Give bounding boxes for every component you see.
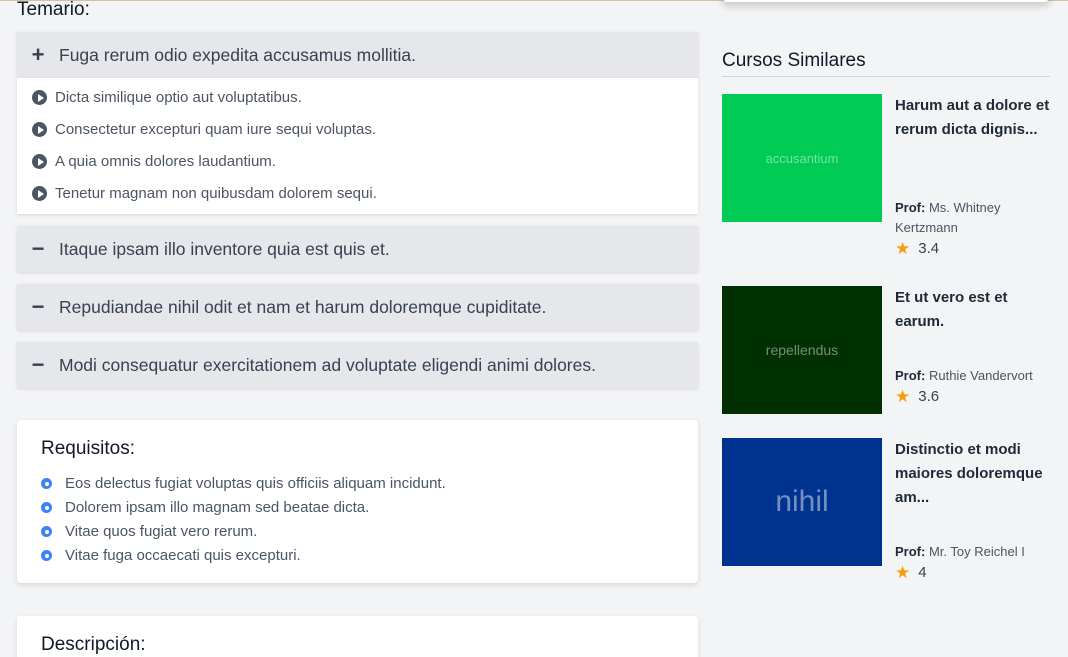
section-title: Modi consequatur exercitationem ad volup… xyxy=(59,354,596,375)
course-thumbnail[interactable]: nihil xyxy=(722,438,882,566)
bullet-icon xyxy=(41,526,52,537)
lesson-item[interactable]: Tenetur magnam non quibusdam dolorem seq… xyxy=(32,185,377,202)
section-4-header[interactable]: − Modi consequatur exercitationem ad vol… xyxy=(17,342,698,388)
course-thumbnail[interactable]: repellendus xyxy=(722,286,882,414)
similar-courses-heading: Cursos Similares xyxy=(722,50,866,71)
lesson-item[interactable]: A quia omnis dolores laudantium. xyxy=(32,153,276,170)
prof-label: Prof: xyxy=(895,200,926,215)
course-info-card-edge xyxy=(722,0,1050,2)
requisito-item: Vitae quos fugiat vero rerum. xyxy=(41,523,257,540)
temario-heading: Temario: xyxy=(17,0,90,20)
section-title: Itaque ipsam illo inventore quia est qui… xyxy=(59,238,390,259)
course-title-link[interactable]: Distinctio et modi maiores doloremque am… xyxy=(895,438,1053,510)
requisito-text: Vitae fuga occaecati quis excepturi. xyxy=(65,547,301,564)
plus-icon: + xyxy=(31,42,45,67)
requisito-item: Eos delectus fugiat voluptas quis offici… xyxy=(41,475,446,492)
play-icon xyxy=(32,90,47,105)
minus-icon: − xyxy=(31,352,45,377)
section-3-header[interactable]: − Repudiandae nihil odit et nam et harum… xyxy=(17,284,698,330)
thumbnail-text: accusantium xyxy=(765,150,839,166)
course-title-link[interactable]: Harum aut a dolore et rerum dicta dignis… xyxy=(895,94,1053,142)
lesson-title: A quia omnis dolores laudantium. xyxy=(55,153,276,170)
section-2-header[interactable]: − Itaque ipsam illo inventore quia est q… xyxy=(17,226,698,272)
requisito-text: Eos delectus fugiat voluptas quis offici… xyxy=(65,475,446,492)
descripcion-card: Descripción: xyxy=(17,616,698,657)
prof-name: Ruthie Vandervort xyxy=(928,368,1033,383)
section-title: Repudiandae nihil odit et nam et harum d… xyxy=(59,296,547,317)
requisito-text: Dolorem ipsam illo magnam sed beatae dic… xyxy=(65,499,370,516)
requisito-item: Vitae fuga occaecati quis excepturi. xyxy=(41,547,301,564)
prof-name: Mr. Toy Reichel I xyxy=(928,544,1025,559)
star-icon: ★ xyxy=(895,387,911,406)
minus-icon: − xyxy=(31,236,45,261)
bullet-icon xyxy=(41,550,52,561)
bullet-icon xyxy=(41,478,52,489)
section-1-lessons: Dicta similique optio aut voluptatibus. … xyxy=(17,78,698,214)
minus-icon: − xyxy=(31,294,45,319)
star-icon: ★ xyxy=(895,239,911,258)
course-rating: ★ 3.6 xyxy=(895,388,939,405)
section-title: Fuga rerum odio expedita accusamus molli… xyxy=(59,44,416,65)
rating-value: 3.4 xyxy=(918,240,940,257)
requisitos-heading: Requisitos: xyxy=(41,438,135,459)
star-icon: ★ xyxy=(895,563,911,582)
course-title-link[interactable]: Et ut vero est et earum. xyxy=(895,286,1053,334)
requisito-item: Dolorem ipsam illo magnam sed beatae dic… xyxy=(41,499,369,516)
play-icon xyxy=(32,154,47,169)
course-rating: ★ 4 xyxy=(895,564,927,581)
requisito-text: Vitae quos fugiat vero rerum. xyxy=(65,523,258,540)
course-thumbnail[interactable]: accusantium xyxy=(722,94,882,222)
course-rating: ★ 3.4 xyxy=(895,240,939,257)
lesson-title: Tenetur magnam non quibusdam dolorem seq… xyxy=(55,185,377,202)
section-1-header[interactable]: + Fuga rerum odio expedita accusamus mol… xyxy=(17,32,698,78)
divider xyxy=(722,76,1050,77)
requisitos-card: Requisitos: Eos delectus fugiat voluptas… xyxy=(17,420,698,583)
lesson-item[interactable]: Dicta similique optio aut voluptatibus. xyxy=(32,89,302,106)
descripcion-heading: Descripción: xyxy=(41,634,146,655)
rating-value: 3.6 xyxy=(918,388,940,405)
lesson-title: Dicta similique optio aut voluptatibus. xyxy=(55,89,302,106)
thumbnail-text: repellendus xyxy=(765,342,839,358)
thumbnail-text: nihil xyxy=(775,485,829,518)
prof-label: Prof: xyxy=(895,368,926,383)
course-professor: Prof: Mr. Toy Reichel I xyxy=(895,542,1053,562)
prof-label: Prof: xyxy=(895,544,926,559)
bullet-icon xyxy=(41,502,52,513)
lesson-title: Consectetur excepturi quam iure sequi vo… xyxy=(55,121,377,138)
play-icon xyxy=(32,186,47,201)
lesson-item[interactable]: Consectetur excepturi quam iure sequi vo… xyxy=(32,121,376,138)
course-professor: Prof: Ms. Whitney Kertzmann xyxy=(895,198,1053,238)
course-professor: Prof: Ruthie Vandervort xyxy=(895,366,1053,386)
play-icon xyxy=(32,122,47,137)
rating-value: 4 xyxy=(918,564,927,581)
